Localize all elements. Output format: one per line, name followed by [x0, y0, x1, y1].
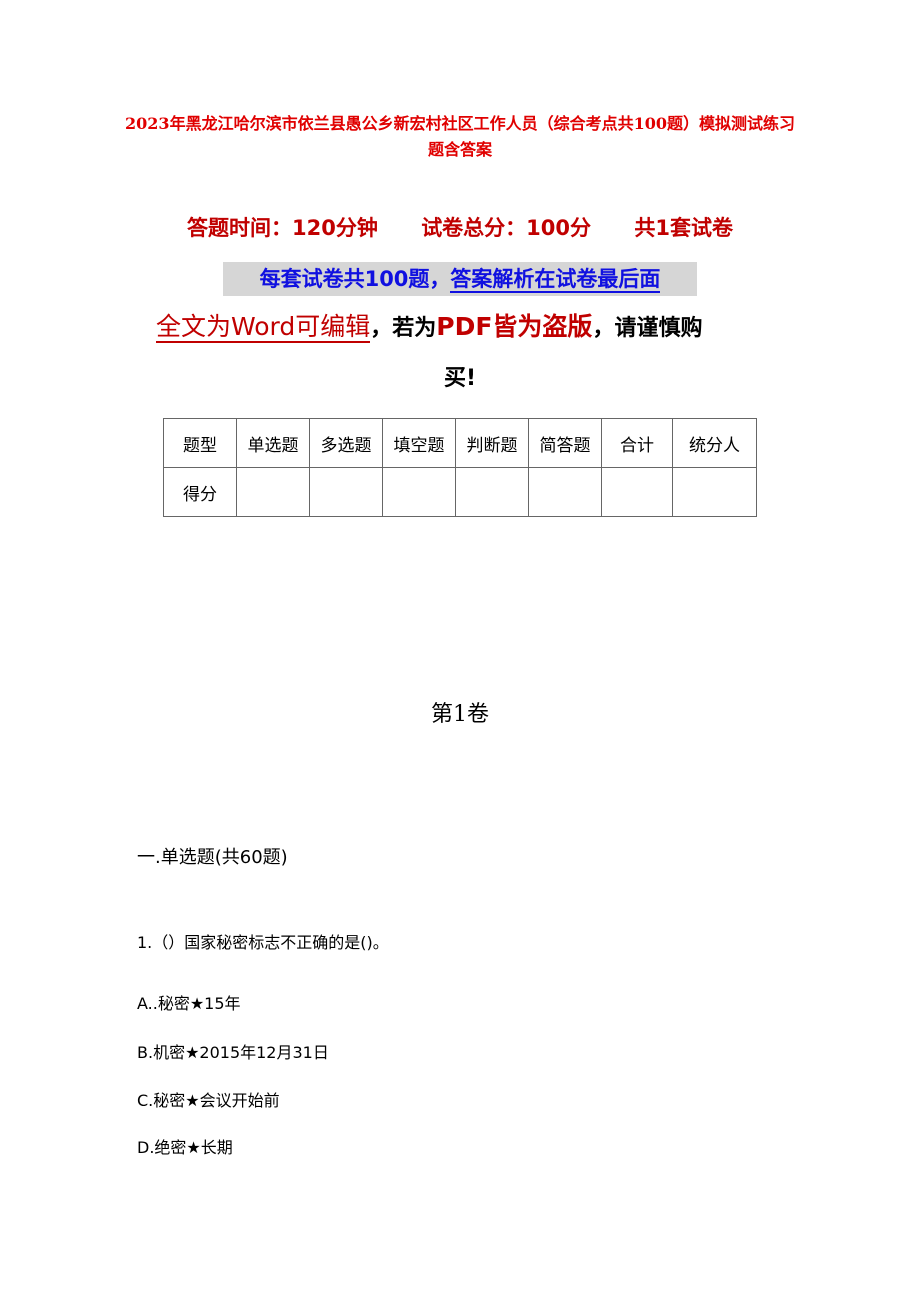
warning-connector: ，若为	[370, 316, 437, 341]
notice-answer-location: 答案解析在试卷最后面	[450, 267, 661, 293]
score-cell	[382, 467, 456, 517]
score-table-row: 得分	[163, 467, 757, 517]
score-cell	[672, 467, 757, 517]
header-cell: 判断题	[455, 418, 529, 468]
exam-time: 答题时间：120分钟	[187, 216, 378, 240]
warning-caution: ，请谨慎购	[592, 316, 703, 341]
score-table: 题型 单选题 多选题 填空题 判断题 简答题 合计 统分人 得分	[163, 418, 757, 517]
header-cell: 题型	[163, 418, 237, 468]
warning-editable: 全文为Word可编辑	[156, 312, 371, 343]
exam-set-count: 共1套试卷	[634, 216, 733, 240]
score-cell	[236, 467, 310, 517]
score-cell	[601, 467, 673, 517]
header-cell: 合计	[601, 418, 673, 468]
score-cell	[309, 467, 383, 517]
score-cell	[455, 467, 529, 517]
question-stem: 1.（）国家秘密标志不正确的是()。	[137, 933, 389, 952]
header-cell: 填空题	[382, 418, 456, 468]
volume-heading: 第1卷	[431, 702, 489, 727]
section-heading: 一.单选题(共60题)	[137, 847, 288, 868]
document-title: 2023年黑龙江哈尔滨市依兰县愚公乡新宏村社区工作人员（综合考点共100题）模拟…	[125, 114, 795, 159]
row-label-cell: 得分	[163, 467, 237, 517]
option-b: B.机密★2015年12月31日	[137, 1043, 329, 1062]
score-table-header-row: 题型 单选题 多选题 填空题 判断题 简答题 合计 统分人	[163, 418, 757, 468]
warning-pirated: PDF皆为盗版	[436, 312, 593, 341]
score-cell	[528, 467, 602, 517]
notice-question-count: 每套试卷共100题，	[259, 267, 451, 291]
piracy-warning-cont: 买!	[443, 366, 477, 391]
header-cell: 简答题	[528, 418, 602, 468]
header-cell: 单选题	[236, 418, 310, 468]
exam-total-score: 试卷总分：100分	[421, 216, 592, 240]
option-a: A..秘密★15年	[137, 994, 241, 1013]
option-c: C.秘密★会议开始前	[137, 1091, 280, 1110]
piracy-warning: 全文为Word可编辑，若为PDF皆为盗版，请谨慎购	[156, 309, 702, 347]
answer-notice: 每套试卷共100题，答案解析在试卷最后面	[223, 262, 697, 296]
option-d: D.绝密★长期	[137, 1138, 233, 1157]
header-cell: 多选题	[309, 418, 383, 468]
header-cell: 统分人	[672, 418, 757, 468]
exam-meta: 答题时间：120分钟 试卷总分：100分 共1套试卷	[0, 212, 920, 242]
